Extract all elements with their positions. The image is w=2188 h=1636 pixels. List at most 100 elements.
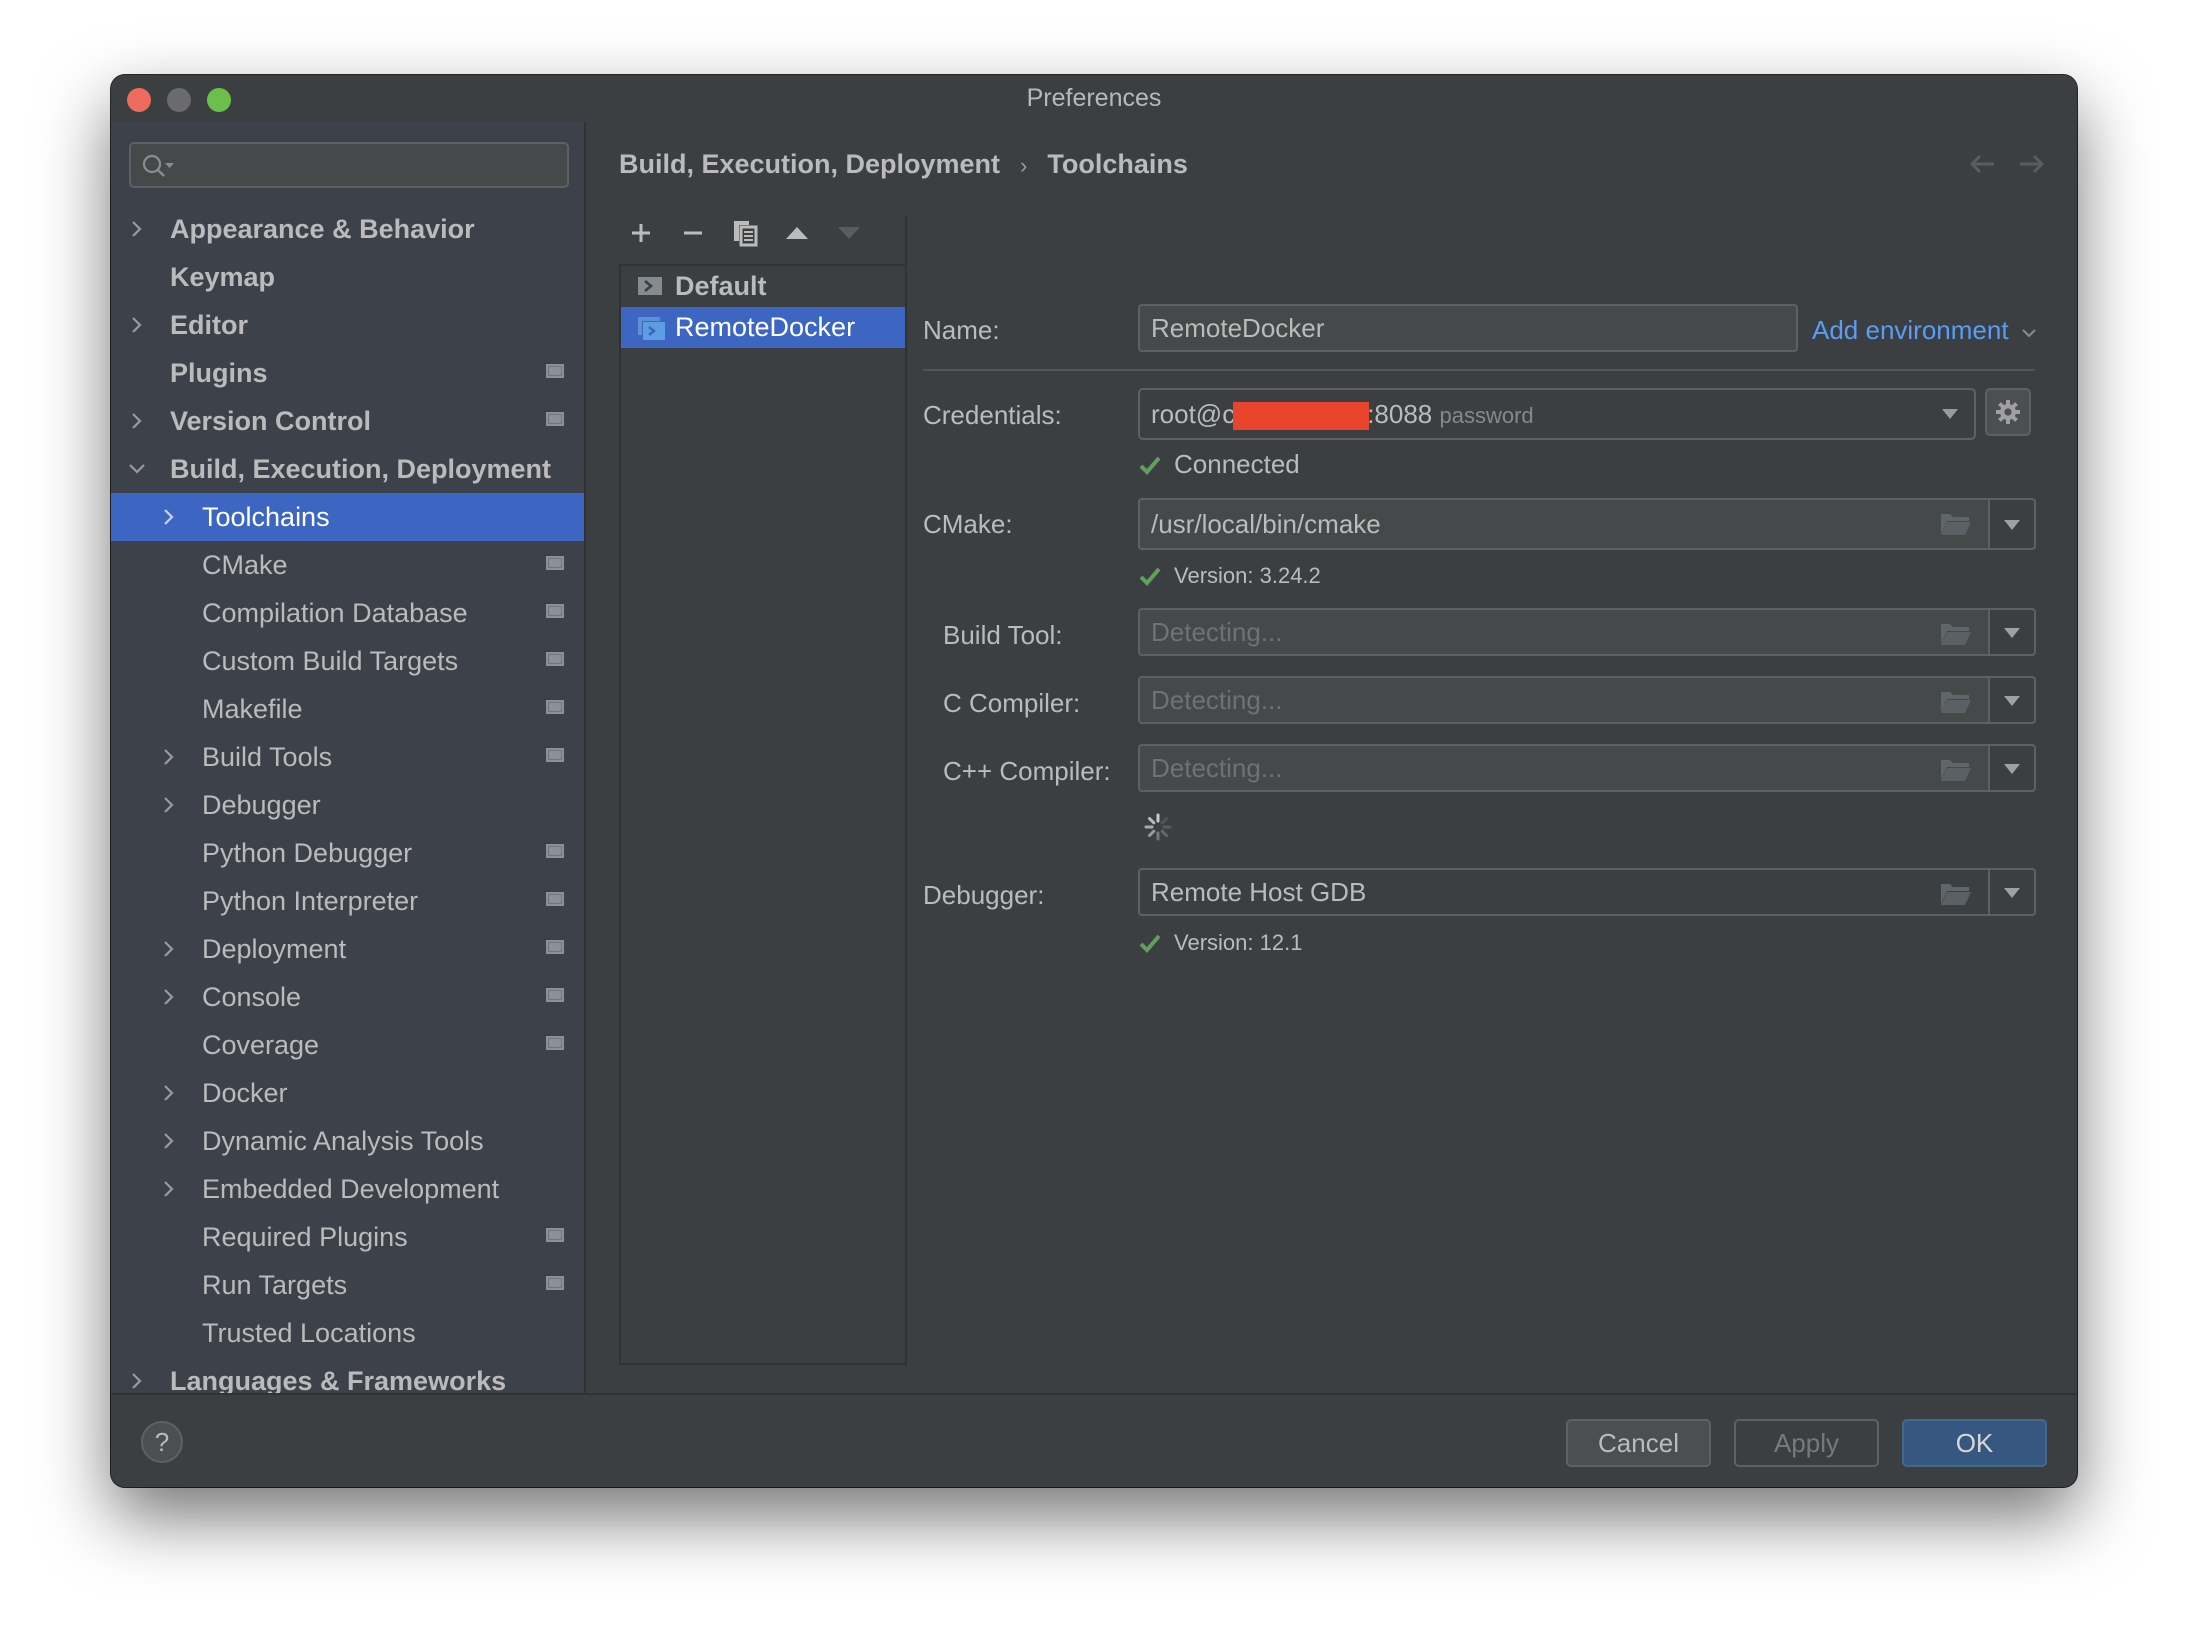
sidebar-item-version-control[interactable]: Version Control xyxy=(111,397,584,445)
folder-icon[interactable] xyxy=(1940,758,1972,782)
sidebar-item-cmake[interactable]: CMake xyxy=(111,541,584,589)
folder-icon[interactable] xyxy=(1940,622,1972,646)
move-up-button[interactable] xyxy=(780,216,814,250)
sidebar-item-editor[interactable]: Editor xyxy=(111,301,584,349)
add-toolchain-button[interactable] xyxy=(624,216,658,250)
sidebar-item-python-interpreter[interactable]: Python Interpreter xyxy=(111,877,584,925)
credentials-select[interactable]: root@c:8088 password xyxy=(1138,388,1976,440)
breadcrumb-current: Toolchains xyxy=(1047,149,1188,179)
sidebar-item-label: Languages & Frameworks xyxy=(170,1366,507,1395)
gear-icon xyxy=(1996,400,2020,424)
chevron-right-icon[interactable] xyxy=(159,1165,179,1213)
c-compiler-field[interactable]: Detecting... xyxy=(1138,676,2036,724)
sidebar-item-dynamic-analysis-tools[interactable]: Dynamic Analysis Tools xyxy=(111,1117,584,1165)
forward-arrow-icon[interactable] xyxy=(2017,152,2047,176)
chevron-down-icon[interactable] xyxy=(127,445,147,493)
chevron-right-icon[interactable] xyxy=(159,733,179,781)
remove-toolchain-button[interactable] xyxy=(676,216,710,250)
credentials-user-host: root@c xyxy=(1151,399,1236,429)
folder-icon[interactable] xyxy=(1940,690,1972,714)
move-down-button[interactable] xyxy=(832,216,866,250)
sidebar-item-label: Debugger xyxy=(202,790,321,820)
sidebar-item-python-debugger[interactable]: Python Debugger xyxy=(111,829,584,877)
cpp-compiler-dropdown-button[interactable] xyxy=(1988,746,2034,790)
help-button[interactable]: ? xyxy=(141,1421,183,1463)
name-input[interactable]: RemoteDocker xyxy=(1138,304,1798,352)
sidebar-item-debugger[interactable]: Debugger xyxy=(111,781,584,829)
breadcrumb-parent[interactable]: Build, Execution, Deployment xyxy=(619,149,1000,179)
add-environment-link[interactable]: Add environment xyxy=(1812,315,2038,346)
sidebar-item-languages-frameworks[interactable]: Languages & Frameworks xyxy=(111,1357,584,1395)
sidebar-item-toolchains[interactable]: Toolchains xyxy=(111,493,584,541)
sidebar-item-build-execution-deployment[interactable]: Build, Execution, Deployment xyxy=(111,445,584,493)
back-arrow-icon[interactable] xyxy=(1967,152,1997,176)
sidebar-item-label: Console xyxy=(202,982,302,1012)
title-bar: Preferences xyxy=(111,75,2077,122)
sidebar-item-label: Plugins xyxy=(170,358,268,388)
folder-icon[interactable] xyxy=(1940,882,1972,906)
sidebar-item-build-tools[interactable]: Build Tools xyxy=(111,733,584,781)
copy-toolchain-button[interactable] xyxy=(728,216,762,250)
chevron-right-icon[interactable] xyxy=(159,925,179,973)
sidebar-item-label: Compilation Database xyxy=(202,598,468,628)
cancel-button[interactable]: Cancel xyxy=(1566,1419,1711,1467)
debugger-field[interactable]: Remote Host GDB xyxy=(1138,868,2036,916)
sidebar-item-keymap[interactable]: Keymap xyxy=(111,253,584,301)
dropdown-arrow-icon xyxy=(2004,696,2020,706)
sidebar-item-makefile[interactable]: Makefile xyxy=(111,685,584,733)
build-tool-field[interactable]: Detecting... xyxy=(1138,608,2036,656)
chevron-right-icon[interactable] xyxy=(159,973,179,1021)
settings-tree: Appearance & Behavior Keymap Editor Plugins… xyxy=(111,205,584,1395)
sidebar-item-label: Trusted Locations xyxy=(202,1318,416,1348)
cmake-dropdown-button[interactable] xyxy=(1988,500,2034,548)
chevron-right-icon[interactable] xyxy=(127,397,147,445)
chevron-right-icon[interactable] xyxy=(159,1117,179,1165)
sidebar-item-console[interactable]: Console xyxy=(111,973,584,1021)
apply-button[interactable]: Apply xyxy=(1734,1419,1879,1467)
sidebar-item-trusted-locations[interactable]: Trusted Locations xyxy=(111,1309,584,1357)
ok-button[interactable]: OK xyxy=(1902,1419,2047,1467)
c-compiler-dropdown-button[interactable] xyxy=(1988,678,2034,722)
debugger-dropdown-button[interactable] xyxy=(1988,870,2034,914)
checkmark-icon xyxy=(1139,567,1161,586)
toolchain-item-remotedocker[interactable]: RemoteDocker xyxy=(621,307,905,348)
chevron-right-icon[interactable] xyxy=(159,781,179,829)
sidebar-item-run-targets[interactable]: Run Targets xyxy=(111,1261,584,1309)
sidebar-item-label: Build Tools xyxy=(202,742,333,772)
credentials-status: Connected xyxy=(1138,449,1300,480)
name-label: Name: xyxy=(923,315,1000,345)
sidebar-item-required-plugins[interactable]: Required Plugins xyxy=(111,1213,584,1261)
project-level-icon xyxy=(546,1228,564,1242)
connected-text: Connected xyxy=(1174,449,1300,479)
project-level-icon xyxy=(546,1276,564,1290)
list-splitter[interactable] xyxy=(905,216,907,1366)
cpp-compiler-field[interactable]: Detecting... xyxy=(1138,744,2036,792)
sidebar-item-plugins[interactable]: Plugins xyxy=(111,349,584,397)
build-tool-dropdown-button[interactable] xyxy=(1988,610,2034,654)
cmake-path-field[interactable]: /usr/local/bin/cmake xyxy=(1138,498,2036,550)
sidebar-item-label: Makefile xyxy=(202,694,303,724)
chevron-right-icon[interactable] xyxy=(127,205,147,253)
folder-icon[interactable] xyxy=(1940,512,1972,536)
sidebar-item-embedded-development[interactable]: Embedded Development xyxy=(111,1165,584,1213)
terminal-icon xyxy=(638,277,662,295)
sidebar-item-coverage[interactable]: Coverage xyxy=(111,1021,584,1069)
sidebar-item-label: Dynamic Analysis Tools xyxy=(202,1126,484,1156)
sidebar-item-docker[interactable]: Docker xyxy=(111,1069,584,1117)
chevron-right-icon[interactable] xyxy=(127,301,147,349)
settings-search-input[interactable] xyxy=(129,142,569,188)
chevron-right-icon[interactable] xyxy=(159,1069,179,1117)
toolchain-item-default[interactable]: Default xyxy=(621,266,905,307)
sidebar-item-deployment[interactable]: Deployment xyxy=(111,925,584,973)
chevron-right-icon[interactable] xyxy=(159,493,179,541)
settings-sidebar: Appearance & Behavior Keymap Editor Plugins… xyxy=(111,122,586,1395)
cmake-path-value: /usr/local/bin/cmake xyxy=(1151,509,1381,539)
sidebar-item-custom-build-targets[interactable]: Custom Build Targets xyxy=(111,637,584,685)
sidebar-item-compilation-database[interactable]: Compilation Database xyxy=(111,589,584,637)
sidebar-item-appearance-behavior[interactable]: Appearance & Behavior xyxy=(111,205,584,253)
chevron-right-icon[interactable] xyxy=(127,1357,147,1395)
credentials-settings-button[interactable] xyxy=(1985,388,2031,436)
dropdown-arrow-icon xyxy=(1942,409,1958,419)
toolchain-item-label: RemoteDocker xyxy=(675,312,856,342)
redaction-block xyxy=(1233,402,1370,431)
